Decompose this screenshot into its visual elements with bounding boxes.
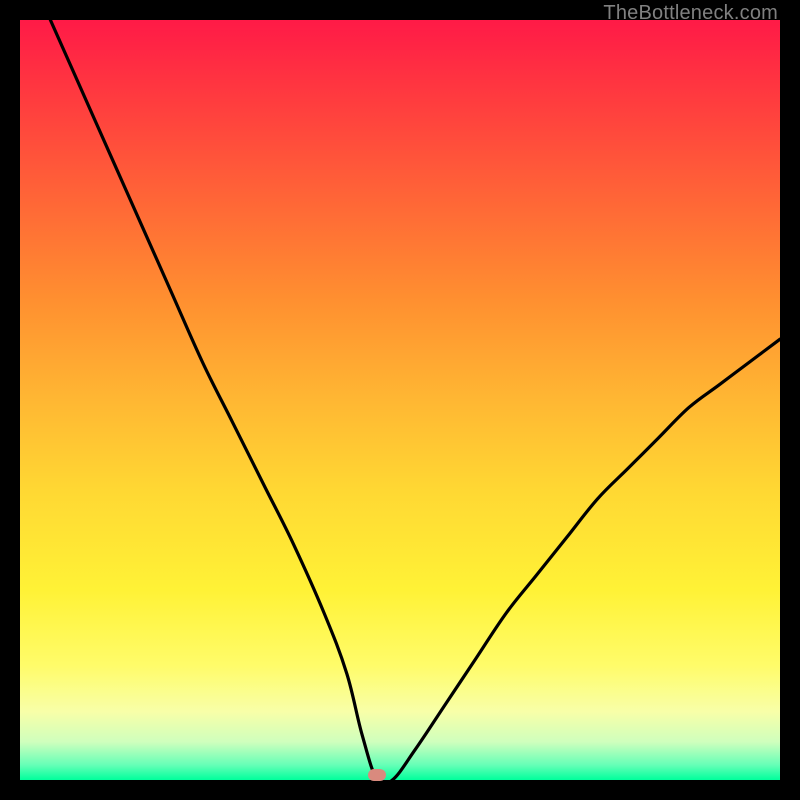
bottleneck-curve (20, 20, 780, 780)
watermark-text: TheBottleneck.com (603, 2, 778, 25)
minimum-marker (368, 769, 386, 781)
chart-plot-area (20, 20, 780, 780)
